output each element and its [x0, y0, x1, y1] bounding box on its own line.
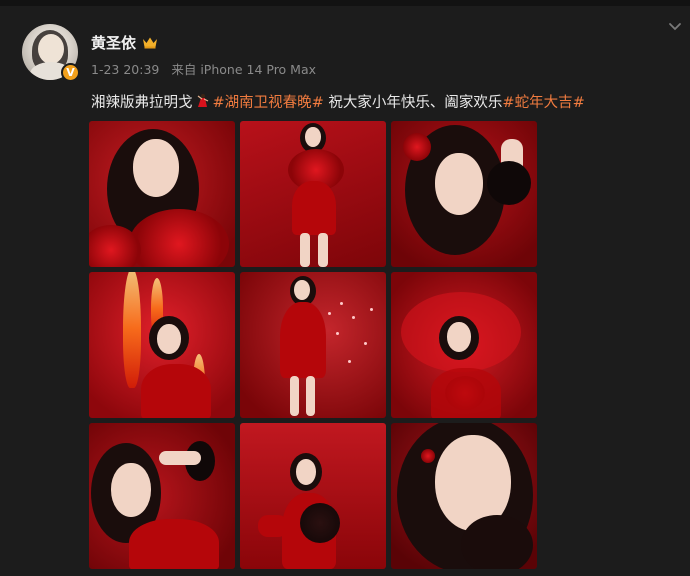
post-source: 来自 iPhone 14 Pro Max [171, 62, 317, 77]
flamenco-dancer-emoji [197, 94, 208, 107]
chevron-down-icon[interactable] [668, 22, 682, 32]
hashtag-hunan-tv-gala[interactable]: #湖南卫视春晚# [213, 95, 324, 111]
post-timestamp[interactable]: 1-23 20:39 [91, 62, 159, 77]
photo-4[interactable] [89, 272, 235, 418]
author-row: 黄圣依 [91, 32, 158, 53]
photo-grid [89, 121, 537, 571]
photo-9[interactable] [391, 423, 537, 569]
photo-6[interactable] [391, 272, 537, 418]
avatar-face [38, 34, 64, 64]
photo-8[interactable] [240, 423, 386, 569]
post-text-greeting: 祝大家小年快乐、阖家欢乐 [323, 95, 503, 111]
crown-icon [143, 37, 158, 49]
verified-v-icon: V [61, 63, 80, 82]
photo-2[interactable] [240, 121, 386, 267]
photo-7[interactable] [89, 423, 235, 569]
post-text: 湘辣版弗拉明戈 #湖南卫视春晚# 祝大家小年快乐、阖家欢乐#蛇年大吉# [91, 91, 585, 112]
author-name[interactable]: 黄圣依 [91, 32, 136, 53]
top-divider [0, 0, 690, 6]
photo-5[interactable] [240, 272, 386, 418]
photo-3[interactable] [391, 121, 537, 267]
photo-1[interactable] [89, 121, 235, 267]
hashtag-year-of-snake[interactable]: #蛇年大吉# [502, 95, 584, 111]
post-meta: 1-23 20:39 来自 iPhone 14 Pro Max [91, 59, 324, 78]
post-text-intro: 湘辣版弗拉明戈 [91, 95, 193, 111]
